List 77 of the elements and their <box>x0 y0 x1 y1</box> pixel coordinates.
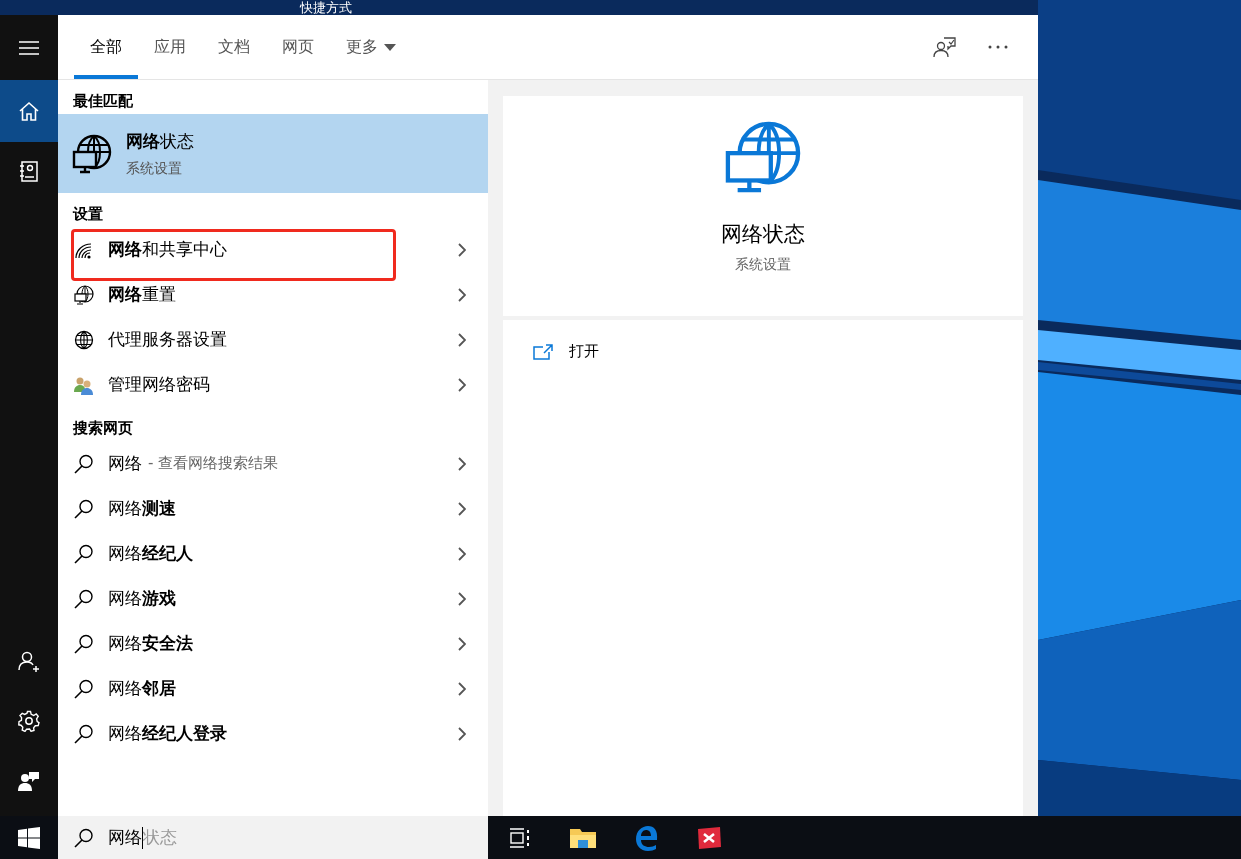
chevron-right-icon <box>458 546 466 561</box>
search-icon <box>74 498 94 519</box>
settings-result[interactable]: 管理网络密码 <box>58 362 488 407</box>
task-view-icon <box>508 827 531 848</box>
section-heading: 设置 <box>71 204 104 225</box>
open-external-icon <box>533 343 553 360</box>
windows-logo-icon <box>18 826 40 849</box>
globe-monitor-icon <box>74 284 94 305</box>
globe-monitor-icon <box>72 133 112 174</box>
search-icon <box>74 453 94 474</box>
result-label: 网络 <box>108 452 142 475</box>
filter-tab[interactable]: 文档 <box>202 15 266 79</box>
menu-icon <box>19 40 39 55</box>
result-label: 网络测速 <box>108 497 176 520</box>
settings-result[interactable]: 代理服务器设置 <box>58 317 488 362</box>
result-label: 代理服务器设置 <box>108 328 227 351</box>
desktop-icon-label[interactable]: 快捷方式 <box>300 0 352 16</box>
web-search-result[interactable]: 网络 - 查看网络搜索结果 <box>58 441 488 486</box>
settings-result[interactable]: 网络重置 <box>58 272 488 317</box>
result-label: 网络重置 <box>108 283 176 306</box>
settings-result[interactable]: 网络和共享中心 <box>58 227 488 272</box>
search-value: 网络 <box>108 826 142 849</box>
chevron-right-icon <box>458 591 466 606</box>
search-field[interactable]: 网络状态 <box>58 816 488 859</box>
best-match-item[interactable]: 网络状态 系统设置 <box>58 114 488 193</box>
web-search-result[interactable]: 网络经纪人 <box>58 531 488 576</box>
ellipsis-icon <box>987 45 1008 49</box>
web-search-result[interactable]: 网络测速 <box>58 486 488 531</box>
search-icon <box>74 678 94 699</box>
chevron-right-icon <box>458 332 466 347</box>
search-suggestion: 状态 <box>143 826 177 849</box>
web-search-result[interactable]: 网络邻居 <box>58 666 488 711</box>
preview-title: 网络状态 <box>721 221 805 248</box>
open-action[interactable]: 打开 <box>533 342 993 361</box>
chevron-right-icon <box>458 287 466 302</box>
filter-tab[interactable]: 全部 <box>74 15 138 79</box>
result-label: 网络经纪人 <box>108 542 193 565</box>
search-icon <box>74 827 94 848</box>
result-label: 网络安全法 <box>108 632 193 655</box>
result-label: 网络和共享中心 <box>108 238 227 261</box>
chevron-right-icon <box>458 456 466 471</box>
preview-subtitle: 系统设置 <box>735 256 791 274</box>
search-icon <box>74 543 94 564</box>
chevron-right-icon <box>458 501 466 516</box>
result-label: 网络游戏 <box>108 587 176 610</box>
chevron-right-icon <box>458 242 466 257</box>
home-icon <box>18 100 40 122</box>
result-title: 网络状态 <box>126 129 194 153</box>
search-icon <box>74 633 94 654</box>
chevron-right-icon <box>458 377 466 392</box>
notebook-icon <box>19 161 39 183</box>
chevron-right-icon <box>458 636 466 651</box>
home-button[interactable] <box>0 80 58 142</box>
result-label: 管理网络密码 <box>108 373 210 396</box>
search-icon <box>74 588 94 609</box>
result-label: 网络经纪人登录 <box>108 722 227 745</box>
chevron-right-icon <box>458 681 466 696</box>
result-subtitle: 系统设置 <box>126 159 183 178</box>
search-icon <box>74 723 94 744</box>
caret-icon <box>384 43 396 51</box>
web-search-result[interactable]: 网络安全法 <box>58 621 488 666</box>
settings-icon <box>18 710 40 732</box>
globe-icon <box>74 329 94 350</box>
result-label: 网络邻居 <box>108 677 176 700</box>
filter-tab[interactable]: 应用 <box>138 15 202 79</box>
feedback-icon <box>18 770 40 792</box>
filter-tab[interactable]: 网页 <box>266 15 330 79</box>
user-add-icon <box>18 650 40 672</box>
chevron-right-icon <box>458 726 466 741</box>
person-comment-icon <box>932 35 957 59</box>
section-heading: 搜索网页 <box>72 418 134 439</box>
result-hint: - 查看网络搜索结果 <box>148 454 279 473</box>
section-heading: 最佳匹配 <box>72 91 134 112</box>
x-app-icon <box>695 825 722 850</box>
web-search-result[interactable]: 网络经纪人登录 <box>58 711 488 756</box>
filter-tab[interactable]: 更多 <box>330 15 412 79</box>
web-search-result[interactable]: 网络游戏 <box>58 576 488 621</box>
